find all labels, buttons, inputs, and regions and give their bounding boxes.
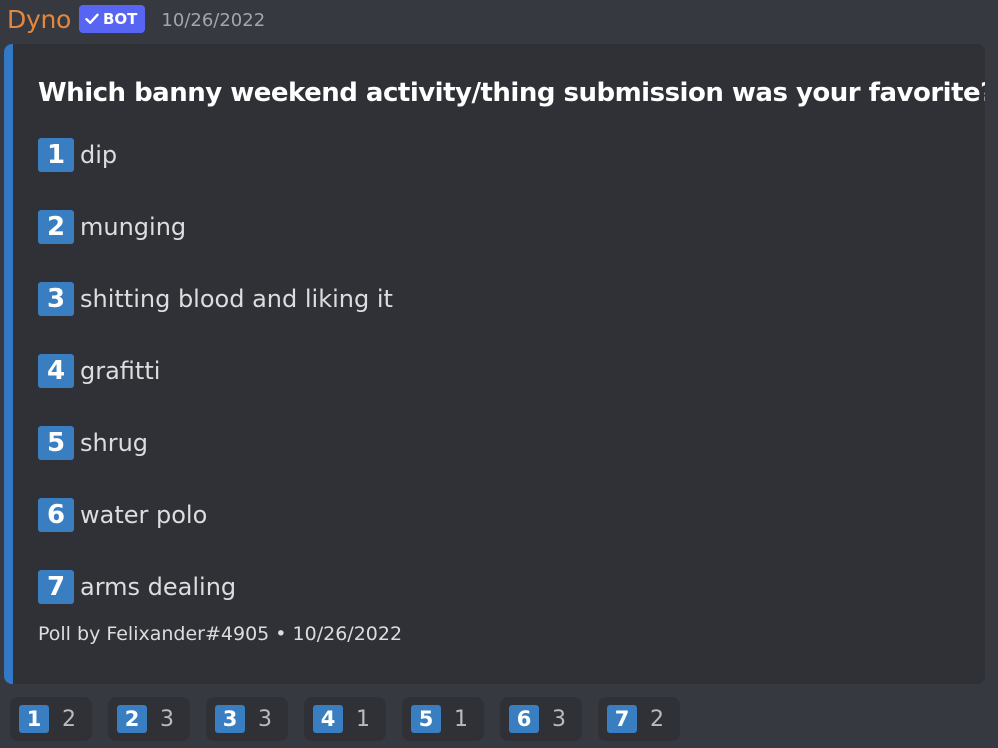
poll-option-text: dip bbox=[80, 141, 118, 169]
bot-badge: BOT bbox=[79, 5, 146, 33]
keycap-1-icon: 1 bbox=[19, 705, 49, 733]
reaction-count: 3 bbox=[160, 706, 174, 732]
poll-option: 2 munging bbox=[38, 210, 186, 244]
reaction-3[interactable]: 3 3 bbox=[206, 697, 288, 741]
poll-question: Which banny weekend activity/thing submi… bbox=[38, 78, 985, 108]
poll-option: 5 shrug bbox=[38, 426, 148, 460]
keycap-2-icon: 2 bbox=[117, 705, 147, 733]
reaction-1[interactable]: 1 2 bbox=[10, 697, 92, 741]
embed-accent-bar bbox=[4, 44, 13, 684]
message-timestamp: 10/26/2022 bbox=[161, 9, 266, 31]
reaction-count: 3 bbox=[552, 706, 566, 732]
author-name[interactable]: Dyno bbox=[7, 5, 71, 34]
poll-option-text: munging bbox=[80, 213, 187, 241]
poll-footer: Poll by Felixander#4905 • 10/26/2022 bbox=[38, 623, 403, 645]
bot-badge-label: BOT bbox=[103, 10, 138, 28]
reaction-7[interactable]: 7 2 bbox=[598, 697, 680, 741]
poll-option: 4 grafitti bbox=[38, 354, 160, 388]
poll-option-text: water polo bbox=[80, 501, 208, 529]
poll-option-text: shrug bbox=[80, 429, 149, 457]
reaction-count: 1 bbox=[356, 706, 370, 732]
keycap-6-icon: 6 bbox=[38, 498, 74, 532]
poll-option: 6 water polo bbox=[38, 498, 207, 532]
verified-check-icon bbox=[85, 13, 99, 25]
keycap-3-icon: 3 bbox=[215, 705, 245, 733]
poll-option-text: shitting blood and liking it bbox=[80, 285, 393, 313]
poll-option-text: grafitti bbox=[80, 357, 161, 385]
poll-option: 7 arms dealing bbox=[38, 570, 236, 604]
keycap-3-icon: 3 bbox=[38, 282, 74, 316]
keycap-5-icon: 5 bbox=[411, 705, 441, 733]
reaction-5[interactable]: 5 1 bbox=[402, 697, 484, 741]
reaction-count: 3 bbox=[258, 706, 272, 732]
keycap-2-icon: 2 bbox=[38, 210, 74, 244]
keycap-7-icon: 7 bbox=[607, 705, 637, 733]
poll-option-text: arms dealing bbox=[80, 573, 237, 601]
keycap-5-icon: 5 bbox=[38, 426, 74, 460]
reaction-count: 2 bbox=[62, 706, 76, 732]
reaction-count: 1 bbox=[454, 706, 468, 732]
reaction-count: 2 bbox=[650, 706, 664, 732]
poll-option: 1 dip bbox=[38, 138, 117, 172]
keycap-6-icon: 6 bbox=[509, 705, 539, 733]
poll-option: 3 shitting blood and liking it bbox=[38, 282, 393, 316]
message-header: Dyno BOT 10/26/2022 bbox=[7, 0, 265, 38]
keycap-4-icon: 4 bbox=[38, 354, 74, 388]
reaction-2[interactable]: 2 3 bbox=[108, 697, 190, 741]
keycap-4-icon: 4 bbox=[313, 705, 343, 733]
keycap-7-icon: 7 bbox=[38, 570, 74, 604]
reaction-6[interactable]: 6 3 bbox=[500, 697, 582, 741]
keycap-1-icon: 1 bbox=[38, 138, 74, 172]
reaction-4[interactable]: 4 1 bbox=[304, 697, 386, 741]
poll-embed: Which banny weekend activity/thing submi… bbox=[4, 44, 985, 684]
